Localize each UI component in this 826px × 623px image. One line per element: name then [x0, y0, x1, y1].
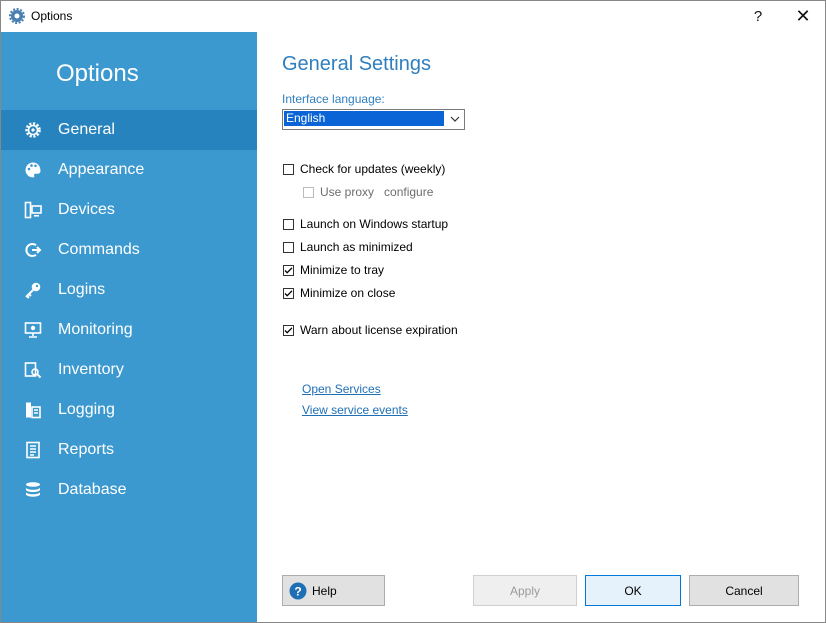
command-icon	[25, 243, 42, 257]
window-title: Options	[31, 9, 73, 23]
sidebar-item-label: Reports	[58, 441, 115, 458]
chevron-down-icon	[450, 116, 460, 122]
use-proxy-checkbox[interactable]	[303, 186, 314, 198]
help-title-button[interactable]: ?	[735, 1, 781, 32]
sidebar-item-appearance[interactable]: Appearance	[1, 150, 257, 190]
checkmark-icon	[284, 326, 293, 334]
sidebar-item-label: Database	[58, 481, 127, 498]
minimize-close-row[interactable]: Minimize on close	[283, 286, 395, 300]
page-title: General Settings	[282, 53, 431, 75]
help-icon: ?	[289, 582, 307, 599]
minimize-close-checkbox[interactable]	[283, 287, 294, 299]
sidebar: Options General Appearance Devices Comma…	[1, 32, 257, 622]
report-icon	[26, 441, 40, 459]
sidebar-item-label: Commands	[58, 241, 140, 258]
sidebar-item-label: Inventory	[58, 361, 124, 378]
database-icon	[26, 482, 40, 497]
language-select[interactable]: English	[282, 109, 465, 130]
minimize-close-label: Minimize on close	[300, 286, 396, 300]
title-bar: Options ? ✕	[1, 1, 825, 32]
ok-button[interactable]: OK	[585, 575, 681, 606]
check-updates-label: Check for updates (weekly)	[300, 162, 446, 176]
checkmark-icon	[284, 266, 293, 274]
sidebar-item-label: Monitoring	[58, 321, 133, 338]
close-button[interactable]: ✕	[780, 1, 825, 32]
logging-icon	[26, 402, 41, 419]
sidebar-item-reports[interactable]: Reports	[1, 430, 257, 470]
key-icon	[25, 282, 41, 299]
help-button-label: Help	[312, 583, 337, 598]
svg-text:?: ?	[294, 584, 301, 598]
warn-license-row[interactable]: Warn about license expiration	[283, 323, 458, 337]
sidebar-item-label: Logins	[58, 281, 106, 298]
view-service-events-link[interactable]: View service events	[302, 403, 408, 417]
general-settings-panel: General Settings Interface language: Eng…	[257, 32, 825, 622]
sidebar-item-devices[interactable]: Devices	[1, 190, 257, 230]
language-value: English	[284, 111, 444, 126]
devices-icon	[24, 201, 42, 219]
warn-license-checkbox[interactable]	[283, 324, 294, 336]
monitor-icon	[24, 322, 42, 338]
minimize-tray-label: Minimize to tray	[300, 263, 385, 277]
launch-minimized-checkbox[interactable]	[283, 241, 294, 253]
sidebar-nav: General Appearance Devices Commands Logi…	[1, 110, 257, 510]
gear-icon	[9, 8, 25, 24]
sidebar-item-monitoring[interactable]: Monitoring	[1, 310, 257, 350]
help-button[interactable]: ? Help	[282, 575, 385, 606]
launch-startup-checkbox[interactable]	[283, 218, 294, 230]
apply-button[interactable]: Apply	[473, 575, 577, 606]
sidebar-item-logins[interactable]: Logins	[1, 270, 257, 310]
launch-startup-row[interactable]: Launch on Windows startup	[283, 217, 448, 231]
language-label: Interface language:	[282, 92, 385, 106]
use-proxy-label: Use proxy	[320, 185, 375, 199]
checkmark-icon	[284, 289, 293, 297]
open-services-link[interactable]: Open Services	[302, 382, 381, 396]
sidebar-title: Options	[56, 60, 139, 87]
sidebar-item-label: Devices	[58, 201, 115, 218]
sidebar-item-label: General	[58, 121, 115, 138]
check-updates-checkbox[interactable]	[283, 163, 294, 175]
minimize-tray-checkbox[interactable]	[283, 264, 294, 276]
minimize-tray-row[interactable]: Minimize to tray	[283, 263, 384, 277]
gear-icon	[25, 122, 41, 138]
cancel-button[interactable]: Cancel	[689, 575, 799, 606]
sidebar-item-label: Logging	[58, 401, 115, 418]
sidebar-item-commands[interactable]: Commands	[1, 230, 257, 270]
check-updates-row[interactable]: Check for updates (weekly)	[283, 162, 445, 176]
launch-minimized-row[interactable]: Launch as minimized	[283, 240, 413, 254]
warn-license-label: Warn about license expiration	[300, 323, 458, 337]
use-proxy-row[interactable]: Use proxy configure	[303, 185, 433, 199]
launch-minimized-label: Launch as minimized	[300, 240, 413, 254]
sidebar-item-label: Appearance	[58, 161, 145, 178]
launch-startup-label: Launch on Windows startup	[300, 217, 449, 231]
inventory-icon	[24, 362, 42, 379]
palette-icon	[25, 162, 41, 178]
sidebar-item-database[interactable]: Database	[1, 470, 257, 510]
sidebar-item-inventory[interactable]: Inventory	[1, 350, 257, 390]
configure-link[interactable]: configure	[384, 185, 433, 199]
options-window: Options ? ✕ Options General Appearance D…	[0, 0, 826, 623]
sidebar-item-logging[interactable]: Logging	[1, 390, 257, 430]
sidebar-item-general[interactable]: General	[1, 110, 257, 150]
